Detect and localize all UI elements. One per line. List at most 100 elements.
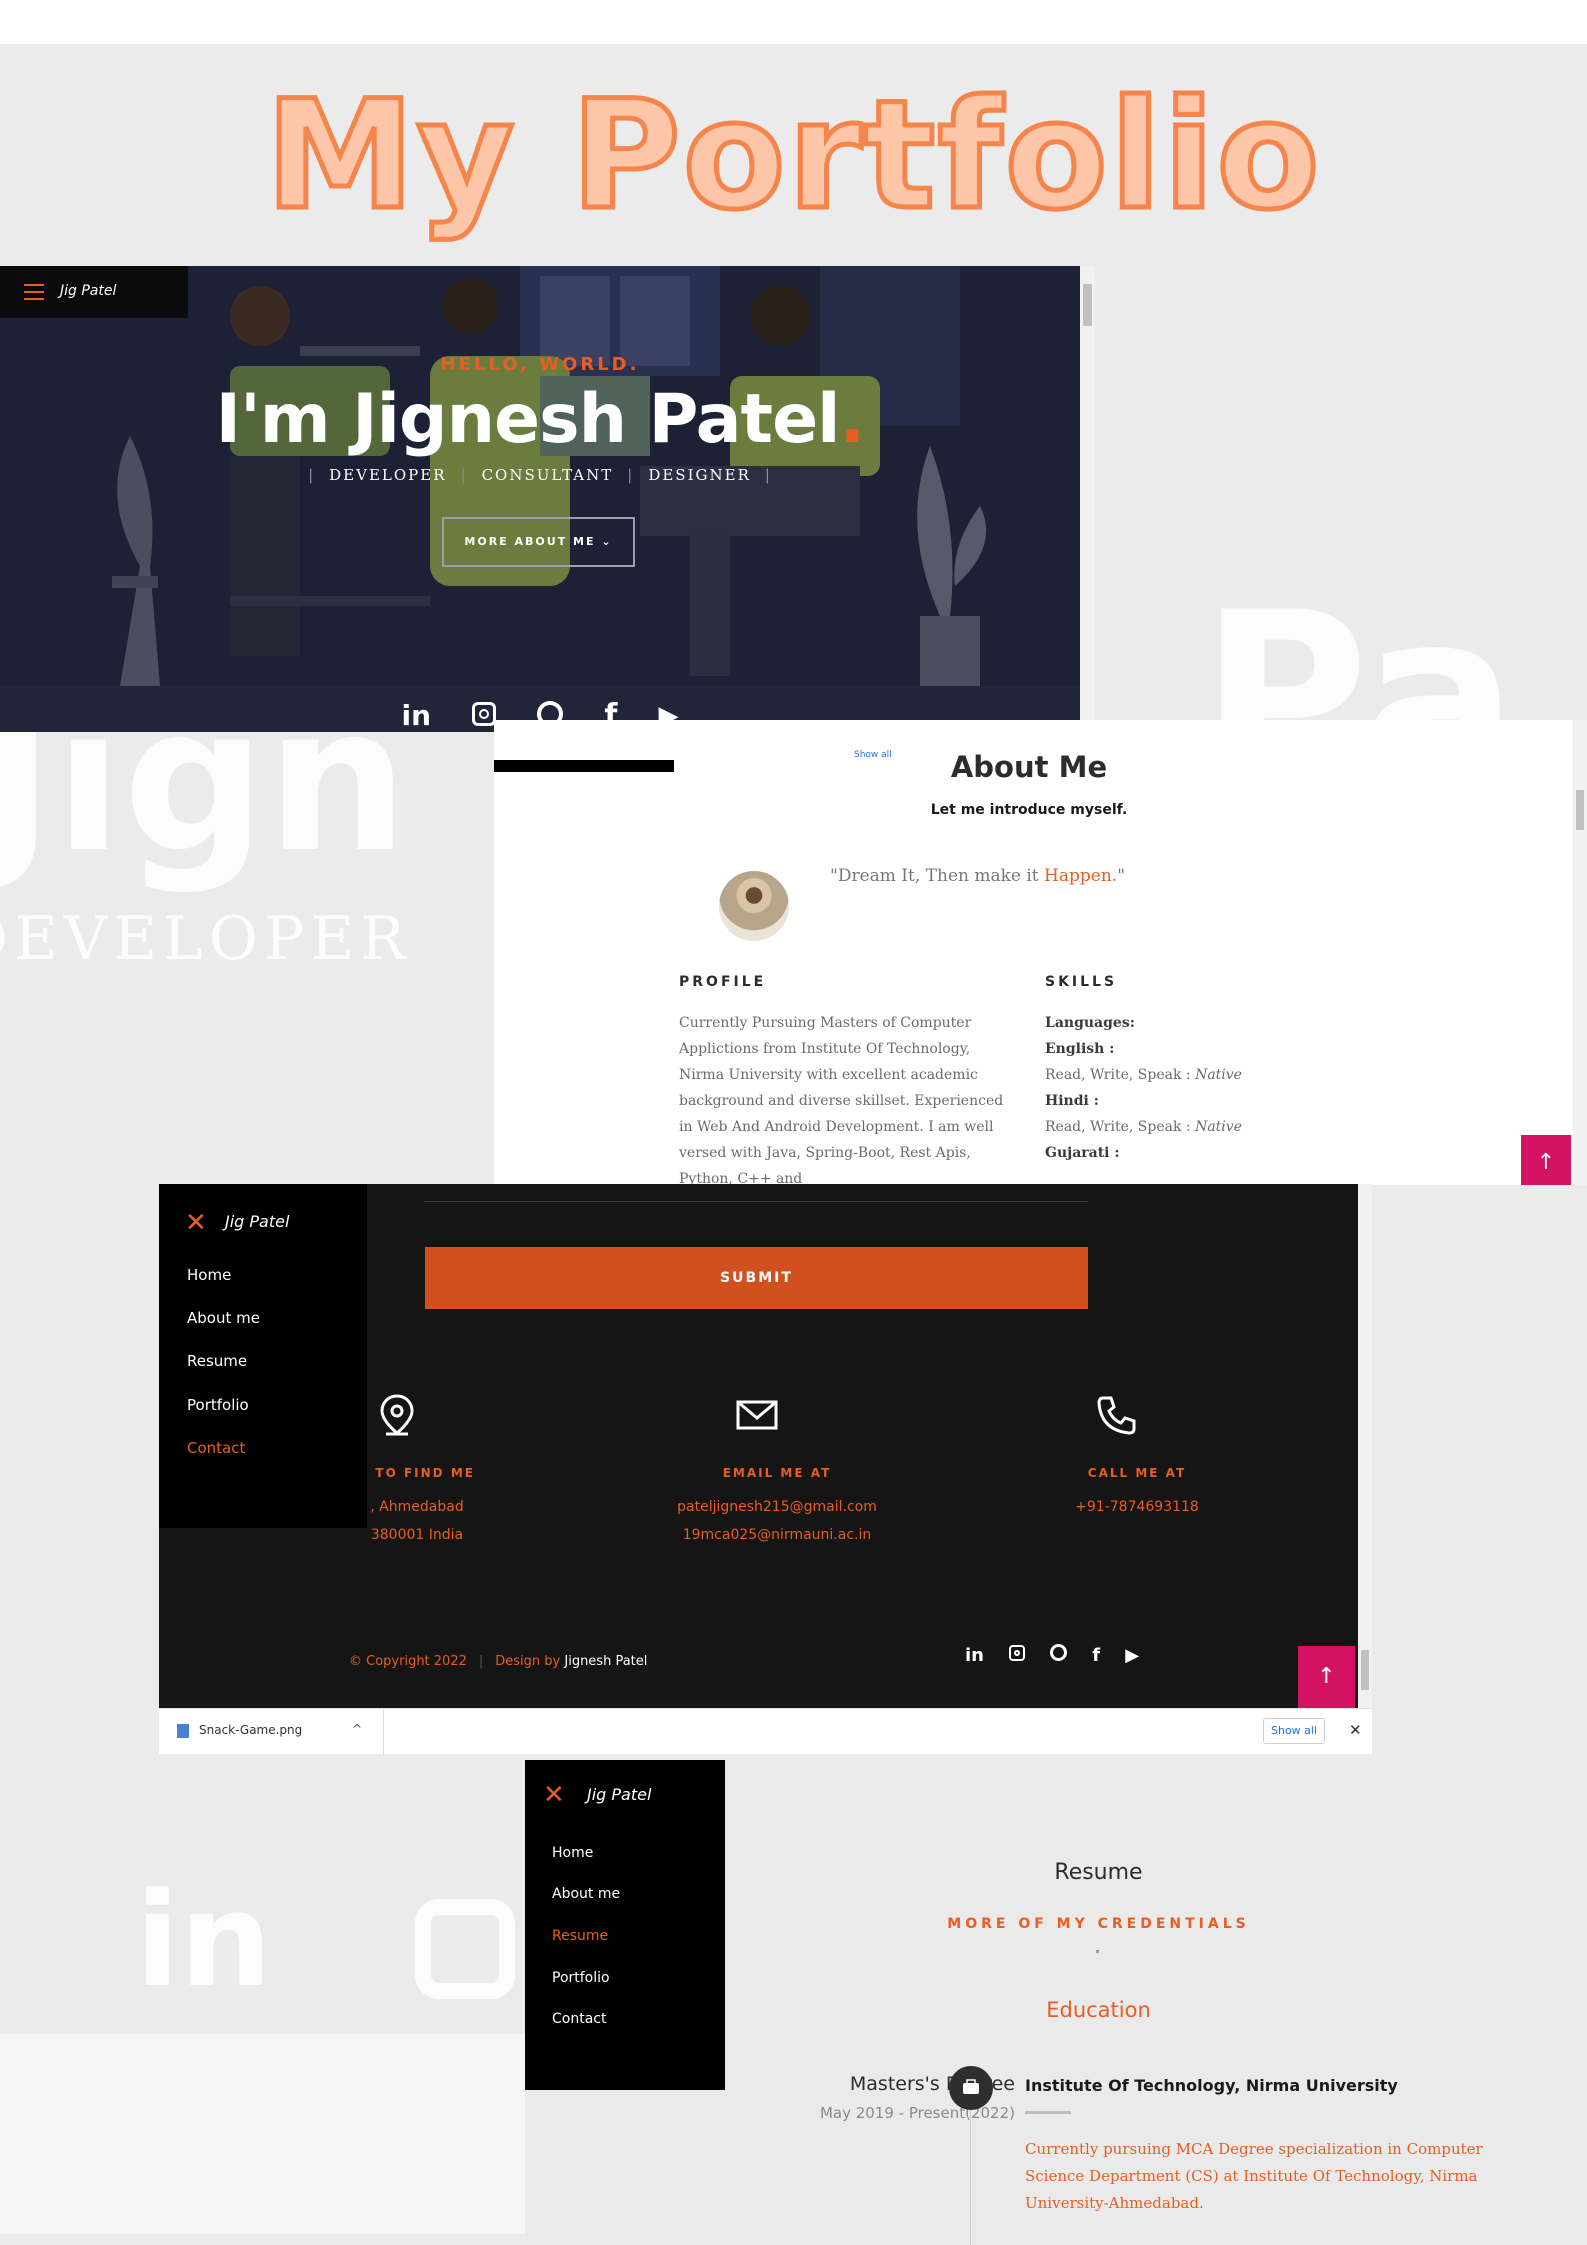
hero-scrollbar[interactable]: [1080, 266, 1095, 732]
quote-text: "Dream It, Then make it: [830, 866, 1045, 886]
menu-item-home[interactable]: Home: [552, 1845, 593, 1861]
hero-name-dot: .: [839, 380, 866, 459]
skills-list: Languages: English : Read, Write, Speak …: [1045, 1010, 1265, 1166]
back-to-top-button[interactable]: ↑: [1521, 1135, 1571, 1185]
about-subtitle: Let me introduce myself.: [930, 802, 1128, 818]
menu-item-portfolio[interactable]: Portfolio: [552, 1970, 610, 1986]
menu-item-portfolio[interactable]: Portfolio: [187, 1396, 249, 1414]
footer-copyright: © Copyright 2022 | Design by Jignesh Patel: [349, 1654, 648, 1669]
map-pin-icon: [380, 1394, 414, 1436]
hero-role: CONSULTANT: [481, 466, 614, 484]
quote-highlight: Happen.: [1044, 866, 1118, 886]
close-icon[interactable]: ✕: [185, 1208, 207, 1238]
avatar: [716, 868, 792, 944]
github-icon[interactable]: [1050, 1644, 1068, 1666]
file-icon: [177, 1723, 189, 1738]
side-menu-brand[interactable]: Jig Patel: [225, 1212, 289, 1231]
show-all-button[interactable]: Show all: [1263, 1718, 1325, 1744]
more-about-me-button[interactable]: MORE ABOUT ME ⌄: [442, 517, 635, 567]
back-to-top-button[interactable]: ↑: [1298, 1646, 1355, 1708]
contact-screenshot: SUBMIT E TO FIND ME EMAIL ME AT CALL ME …: [159, 1184, 1372, 1708]
contact-scrollbar[interactable]: [1358, 1184, 1372, 1708]
about-scrollbar[interactable]: [1573, 720, 1587, 1185]
ghost-panel: [0, 2034, 525, 2234]
phone-link[interactable]: +91-7874693118: [1007, 1499, 1267, 1515]
address-line: 380001 India: [370, 1527, 464, 1543]
profile-heading: PROFILE: [679, 974, 767, 990]
skill-label: Hindi :: [1045, 1093, 1099, 1109]
profile-text: Currently Pursuing Masters of Computer A…: [679, 1015, 1004, 1185]
skill-label: Gujarati :: [1045, 1145, 1120, 1161]
about-title: About Me: [950, 750, 1108, 784]
download-item[interactable]: Snack-Game.png: [177, 1723, 302, 1738]
education-description: Currently pursuing MCA Degree specializa…: [1025, 2140, 1483, 2212]
email-heading: EMAIL ME AT: [722, 1466, 832, 1480]
menu-item-contact[interactable]: Contact: [552, 2011, 606, 2027]
menu-item-contact[interactable]: Contact: [187, 1439, 245, 1457]
ghost-instagram-icon: [415, 1899, 515, 1999]
skill-label: English :: [1045, 1041, 1115, 1057]
about-quote: "Dream It, Then make it Happen.": [830, 866, 1125, 886]
briefcase-icon: [949, 2066, 993, 2110]
divider: [383, 1709, 384, 1755]
menu-item-home[interactable]: Home: [187, 1266, 231, 1284]
instagram-icon[interactable]: [472, 701, 497, 730]
ghost-text-role: DEVELOPER: [0, 904, 412, 974]
skill-value: Read, Write, Speak :: [1045, 1119, 1196, 1135]
menu-item-about[interactable]: About me: [187, 1309, 260, 1327]
hero-name-text: I'm Jignesh Patel: [215, 380, 841, 459]
top-strip: [0, 0, 1587, 44]
side-menu: ✕ Jig Patel Home About me Resume Portfol…: [159, 1184, 367, 1528]
designer-name[interactable]: Jignesh Patel: [564, 1654, 647, 1669]
skill-label: Languages:: [1045, 1015, 1135, 1031]
hero-screenshot: Jig Patel HELLO, WORLD. I'm Jignesh Pate…: [0, 266, 1095, 732]
hero-name: I'm Jignesh Patel.: [0, 370, 1080, 470]
more-about-me-label: MORE ABOUT ME: [464, 535, 596, 548]
hamburger-icon-line: [24, 298, 44, 300]
skill-level: Native: [1195, 1067, 1242, 1083]
skills-heading: SKILLS: [1045, 974, 1118, 990]
skill-level: Native: [1195, 1119, 1242, 1135]
instagram-icon[interactable]: [1009, 1644, 1026, 1666]
quote-end: ": [1117, 866, 1126, 886]
hero-role: DEVELOPER: [329, 466, 447, 484]
email-link[interactable]: pateljignesh215@gmail.com: [647, 1499, 907, 1515]
hero-nav-bar: Jig Patel: [0, 266, 188, 318]
hero-role: DESIGNER: [648, 466, 751, 484]
message-textarea[interactable]: [424, 1184, 1088, 1202]
menu-item-about[interactable]: About me: [552, 1886, 620, 1902]
hero-illustration: [0, 266, 1080, 732]
institute-underline: [1025, 2111, 1071, 2114]
youtube-icon[interactable]: ▶: [1125, 1645, 1139, 1666]
download-bar: Snack-Game.png ^ Show all ✕: [159, 1708, 1372, 1755]
menu-item-resume[interactable]: Resume: [187, 1352, 247, 1370]
email-link[interactable]: 19mca025@nirmauni.ac.in: [647, 1527, 907, 1543]
side-menu: ✕ Jig Patel Home About me Resume Portfol…: [525, 1760, 725, 2090]
hamburger-icon[interactable]: [24, 284, 44, 286]
linkedin-icon[interactable]: in: [965, 1645, 984, 1666]
submit-button[interactable]: SUBMIT: [425, 1247, 1088, 1309]
close-icon[interactable]: ✕: [543, 1780, 565, 1810]
chevron-up-icon[interactable]: ^: [352, 1722, 362, 1736]
resume-screenshot: Resume MORE OF MY CREDENTIALS Education …: [525, 1760, 1587, 2245]
menu-item-resume[interactable]: Resume: [552, 1928, 608, 1944]
side-menu-brand[interactable]: Jig Patel: [587, 1785, 651, 1804]
download-filename: Snack-Game.png: [199, 1723, 303, 1737]
envelope-icon: [736, 1400, 778, 1430]
copyright-text: © Copyright 2022: [349, 1654, 467, 1669]
phone-icon: [1097, 1396, 1136, 1435]
hero-roles: | DEVELOPER | CONSULTANT | DESIGNER |: [308, 466, 772, 484]
hamburger-icon-line: [24, 291, 44, 293]
design-by-label: Design by: [495, 1654, 561, 1669]
close-icon[interactable]: ✕: [1349, 1721, 1362, 1739]
page-heading: My Portfolio: [263, 67, 1322, 246]
footer-social-links: in f ▶: [955, 1644, 1149, 1666]
brand-logo[interactable]: Jig Patel: [60, 283, 116, 299]
institute-name: Institute Of Technology, Nirma Universit…: [1025, 2076, 1398, 2095]
call-heading: CALL ME AT: [1087, 1466, 1187, 1480]
linkedin-icon[interactable]: in: [402, 699, 432, 732]
skill-value: Read, Write, Speak :: [1045, 1067, 1196, 1083]
facebook-icon[interactable]: f: [1092, 1645, 1100, 1666]
timeline-line: [970, 2090, 971, 2245]
separator-dot: [1096, 1950, 1099, 1953]
